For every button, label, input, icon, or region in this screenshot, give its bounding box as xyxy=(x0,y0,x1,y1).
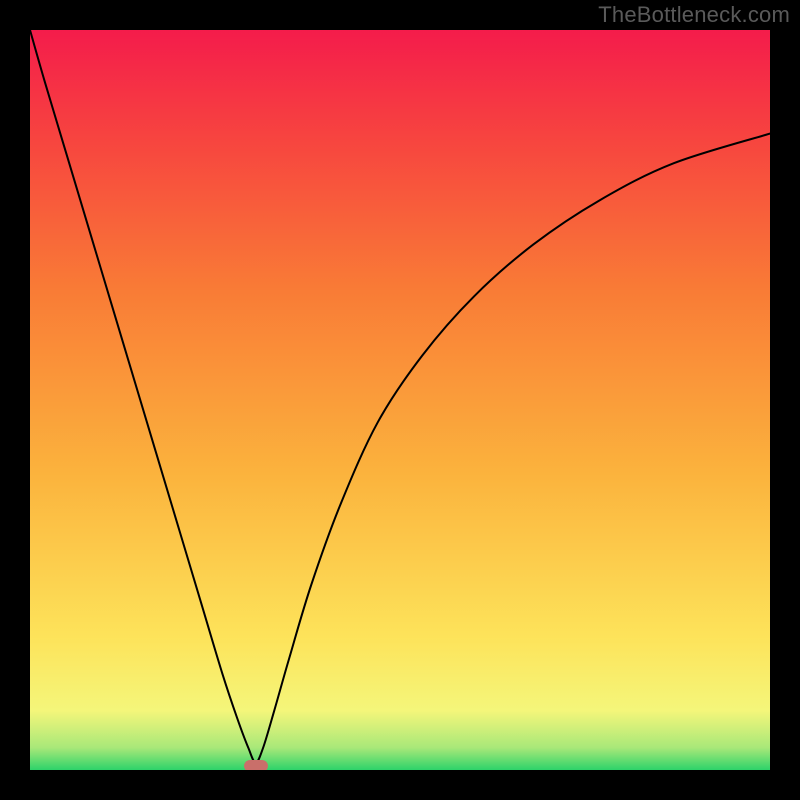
plot-area xyxy=(30,30,770,770)
bottleneck-curve xyxy=(30,30,770,770)
chart-frame: TheBottleneck.com xyxy=(0,0,800,800)
minimum-marker xyxy=(244,760,268,770)
watermark-text: TheBottleneck.com xyxy=(598,2,790,28)
